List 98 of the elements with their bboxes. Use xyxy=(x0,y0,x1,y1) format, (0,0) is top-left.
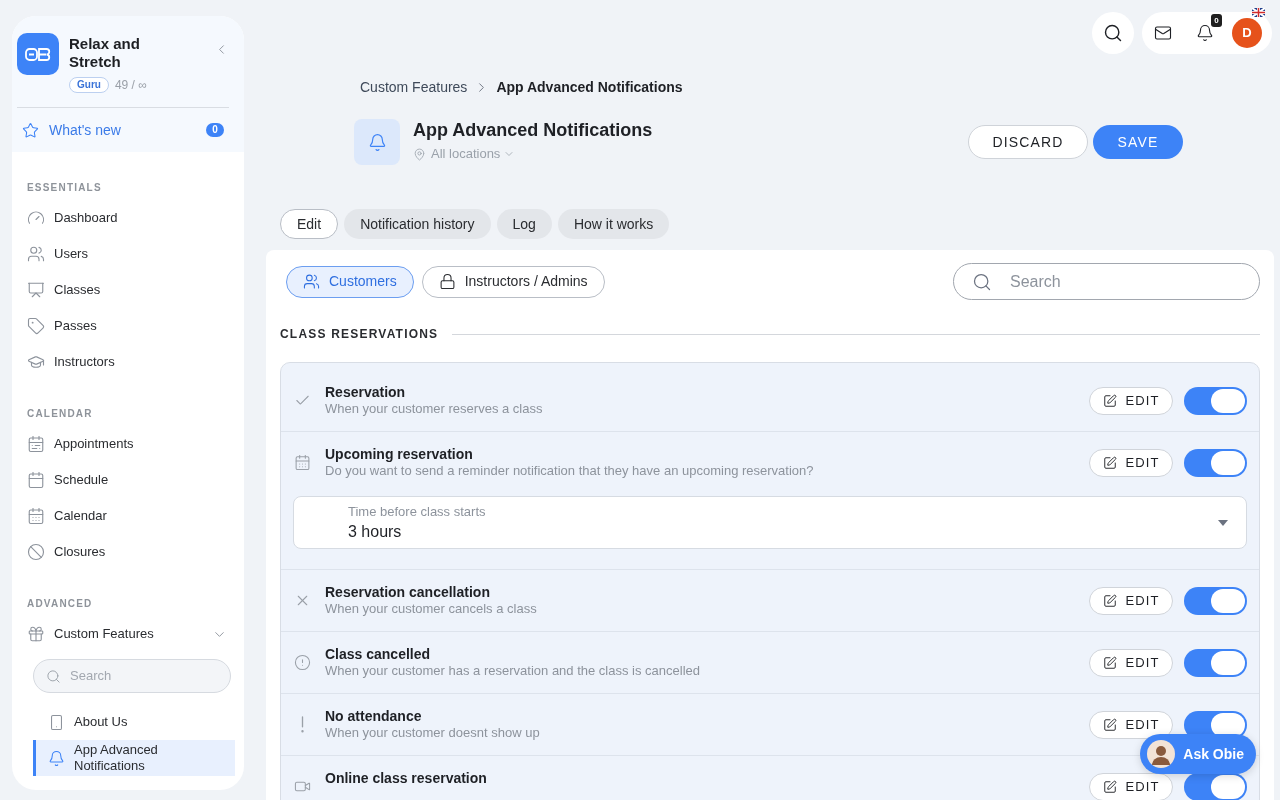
search-icon xyxy=(1103,23,1123,43)
audience-filter[interactable]: Customers xyxy=(286,265,414,298)
notification-title: Reservation xyxy=(325,384,407,401)
search-icon xyxy=(46,668,61,684)
search-input[interactable]: Search xyxy=(70,666,210,686)
map-pin-icon xyxy=(413,147,426,161)
nav-item[interactable]: Appointments xyxy=(12,426,244,462)
edit-button[interactable]: EDIT xyxy=(1089,772,1173,800)
save-button[interactable]: SAVE xyxy=(1093,125,1183,159)
mail-icon xyxy=(1154,24,1172,42)
tab[interactable]: Edit xyxy=(280,209,339,239)
notification-description: Do you want to send a reminder notification that they have an upcoming reservation? xyxy=(325,463,815,479)
edit-icon xyxy=(1102,655,1117,670)
notification-title: No attendance xyxy=(325,708,423,725)
notification-description: When your customer cancels a class xyxy=(325,601,538,617)
notification-title: Reservation cancellation xyxy=(325,584,491,601)
section-heading: CLASS RESERVATIONS xyxy=(280,326,439,342)
toggle-switch[interactable] xyxy=(1184,386,1247,415)
nav-item[interactable]: Users xyxy=(12,236,244,272)
bell-icon xyxy=(48,749,65,767)
notification-description: When your customer reserves a class xyxy=(325,401,544,417)
bell-icon xyxy=(1196,24,1214,42)
calendar-grid-icon xyxy=(27,507,45,525)
tag-icon xyxy=(27,317,45,335)
nav-subitem[interactable]: About Us xyxy=(33,704,235,740)
graduation-cap-icon xyxy=(27,353,45,371)
edit-button[interactable]: EDIT xyxy=(1089,386,1173,415)
toggle-switch[interactable] xyxy=(1184,648,1247,677)
edit-icon xyxy=(1102,717,1117,732)
section-heading: CALENDAR xyxy=(26,407,94,421)
notification-count-badge: 0 xyxy=(1211,14,1222,27)
toggle-switch[interactable] xyxy=(1184,772,1247,800)
nav-item[interactable]: Classes xyxy=(12,272,244,308)
nav-item[interactable]: Calendar xyxy=(12,498,244,534)
gauge-icon xyxy=(27,209,45,227)
edit-icon xyxy=(1102,455,1117,470)
toggle-switch[interactable] xyxy=(1184,448,1247,477)
nav-item[interactable]: Passes xyxy=(12,308,244,344)
breadcrumb-link[interactable]: Custom Features xyxy=(360,76,468,98)
tab[interactable]: How it works xyxy=(557,209,670,239)
users-icon xyxy=(303,273,320,290)
calendar-icon xyxy=(27,471,45,489)
edit-icon xyxy=(1102,593,1117,608)
breadcrumb-current: App Advanced Notifications xyxy=(496,77,683,97)
calendar-grid-icon xyxy=(293,454,311,471)
nav-item[interactable]: Closures xyxy=(12,534,244,570)
count-badge: 0 xyxy=(206,123,224,137)
notification-title: Upcoming reservation xyxy=(325,446,474,463)
plan-badge: Guru xyxy=(69,77,109,93)
edit-button[interactable]: EDIT xyxy=(1089,586,1173,615)
floating-chat-button[interactable]: Ask Obie xyxy=(1140,734,1256,774)
caret-down-icon xyxy=(1218,519,1228,526)
edit-button[interactable]: EDIT xyxy=(1089,648,1173,677)
user-avatar[interactable]: D xyxy=(1232,18,1262,48)
edit-button[interactable]: EDIT xyxy=(1089,710,1173,739)
nav-item[interactable]: Schedule xyxy=(12,462,244,498)
section-heading: ADVANCED xyxy=(26,597,94,611)
whats-new-button[interactable]: What's new 0 xyxy=(17,108,229,152)
calendar-icon xyxy=(27,435,45,453)
section-heading: ESSENTIALS xyxy=(26,181,103,195)
usage-count: 49 / ∞ xyxy=(114,77,147,94)
users-icon xyxy=(27,245,45,263)
lock-icon xyxy=(438,273,456,290)
toggle-switch[interactable] xyxy=(1184,586,1247,615)
star-icon xyxy=(22,121,39,139)
alert-circle-icon xyxy=(293,654,311,671)
mail-button[interactable] xyxy=(1154,24,1172,42)
bell-icon xyxy=(367,132,387,152)
nav-item[interactable]: Dashboard xyxy=(12,200,244,236)
easel-icon xyxy=(27,281,45,299)
edit-icon xyxy=(1102,393,1117,408)
prohibited-icon xyxy=(27,543,45,561)
page-title: App Advanced Notifications xyxy=(413,119,653,141)
brand-logo xyxy=(17,33,59,75)
exclamation-icon xyxy=(300,716,304,733)
notification-title: Class cancelled xyxy=(325,646,432,663)
search-icon xyxy=(972,271,992,292)
discard-button[interactable]: DISCARD xyxy=(968,125,1088,159)
audience-filter[interactable]: Instructors / Admins xyxy=(421,265,605,298)
smartphone-icon xyxy=(48,713,65,731)
search-field[interactable]: Search xyxy=(33,659,231,693)
notification-description: When your customer doesnt show up xyxy=(325,725,541,741)
brand-name: Relax and Stretch xyxy=(69,35,141,71)
avatar-icon xyxy=(1147,740,1176,768)
edit-button[interactable]: EDIT xyxy=(1089,448,1173,477)
nav-item[interactable]: Custom Features xyxy=(12,616,244,652)
tab[interactable]: Notification history xyxy=(344,209,491,239)
gift-icon xyxy=(27,625,45,643)
nav-subitem[interactable]: App Advanced Notifications xyxy=(33,740,235,776)
notification-description: When your customer has a reservation and the class is cancelled xyxy=(325,663,702,679)
notification-title: Online class reservation xyxy=(325,770,488,787)
time-select[interactable]: Time before class starts 3 hours xyxy=(293,496,1247,549)
edit-icon xyxy=(1102,779,1117,794)
tab[interactable]: Log xyxy=(496,209,552,239)
nav-item[interactable]: Instructors xyxy=(12,344,244,380)
notifications-button[interactable] xyxy=(1196,24,1214,42)
search-button[interactable] xyxy=(1092,12,1134,54)
search-input[interactable]: Search xyxy=(1010,269,1240,294)
